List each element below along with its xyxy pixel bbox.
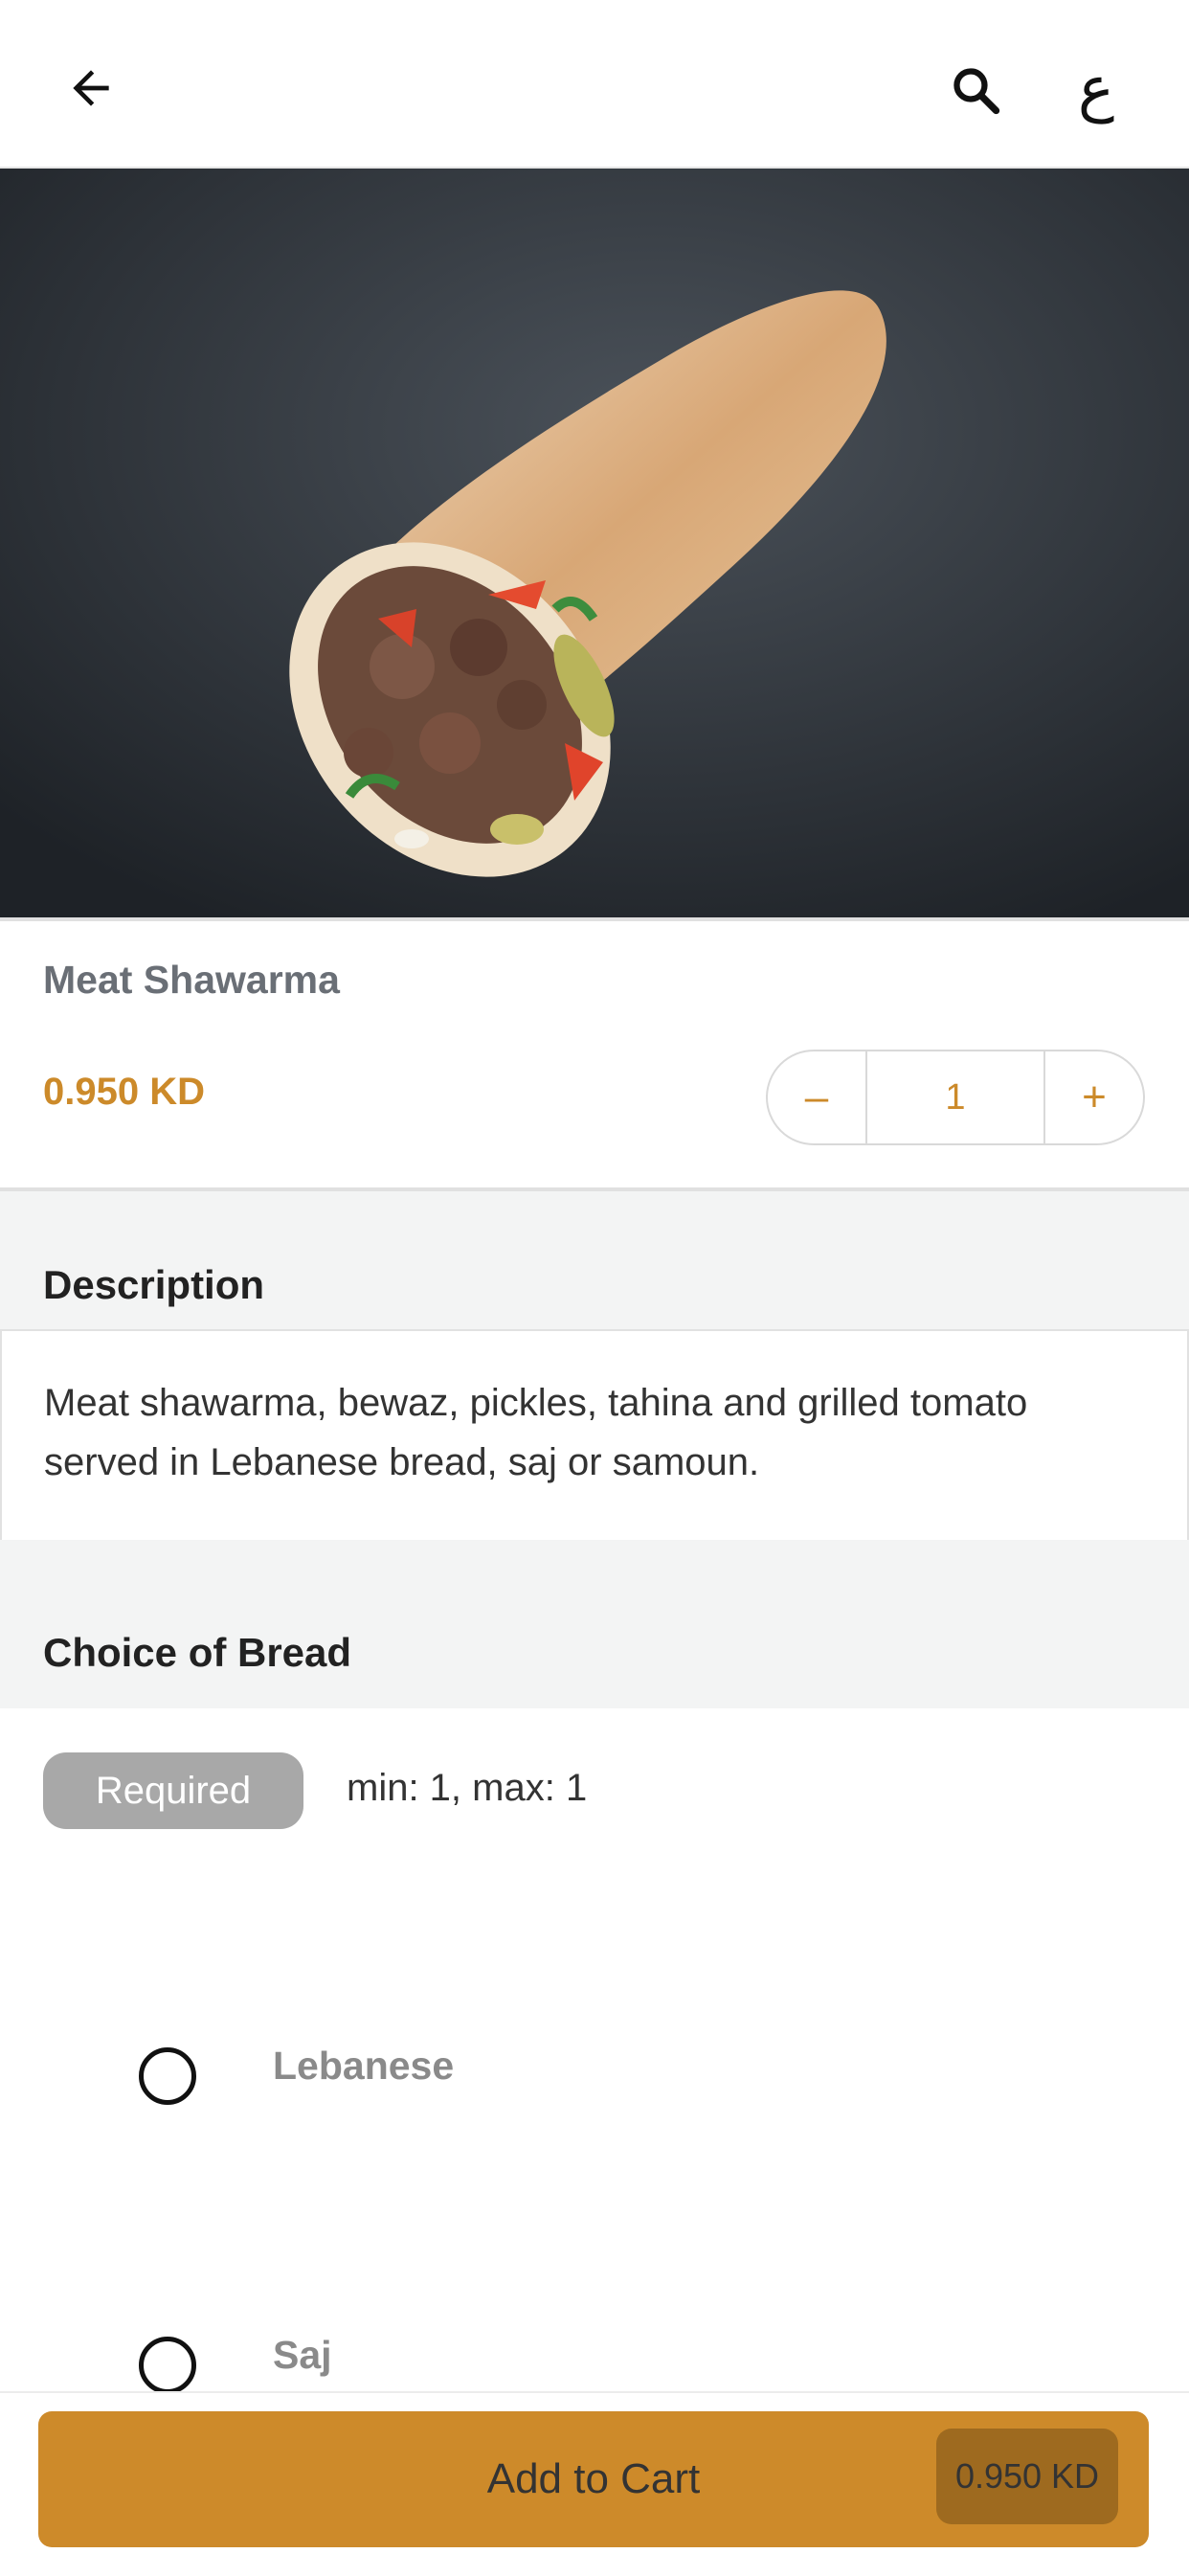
description-heading: Description xyxy=(43,1262,265,1307)
quantity-stepper: – 1 + xyxy=(766,1050,1145,1145)
search-icon xyxy=(953,68,1000,115)
selection-limits: min: 1, max: 1 xyxy=(347,1767,588,1809)
product-price: 0.950 KD xyxy=(43,1071,205,1113)
back-button[interactable] xyxy=(57,48,124,128)
choice-header xyxy=(0,1540,1189,1708)
description-text: Meat shawarma, bewaz, pickles, tahina an… xyxy=(44,1382,1028,1483)
divider xyxy=(0,917,1189,921)
increase-quantity-button[interactable]: + xyxy=(1045,1051,1143,1143)
top-bar: ع xyxy=(0,0,1189,169)
radio-lebanese[interactable] xyxy=(139,2047,196,2105)
search-button[interactable] xyxy=(938,53,1015,129)
choice-heading: Choice of Bread xyxy=(43,1630,352,1675)
option-label-saj[interactable]: Saj xyxy=(273,2333,332,2378)
add-to-cart-button[interactable]: Add to Cart 0.950 KD xyxy=(38,2411,1149,2547)
decrease-quantity-button[interactable]: – xyxy=(768,1051,865,1143)
product-title: Meat Shawarma xyxy=(43,958,340,1002)
language-toggle[interactable]: ع xyxy=(1058,43,1134,135)
arrow-left-icon xyxy=(73,70,109,106)
radio-saj[interactable] xyxy=(139,2337,196,2394)
description-header xyxy=(0,1191,1189,1329)
cart-total-price: 0.950 KD xyxy=(936,2429,1118,2524)
quantity-value: 1 xyxy=(865,1051,1045,1143)
option-label-lebanese[interactable]: Lebanese xyxy=(273,2044,454,2089)
product-image xyxy=(0,169,1189,917)
required-badge: Required xyxy=(43,1752,303,1829)
